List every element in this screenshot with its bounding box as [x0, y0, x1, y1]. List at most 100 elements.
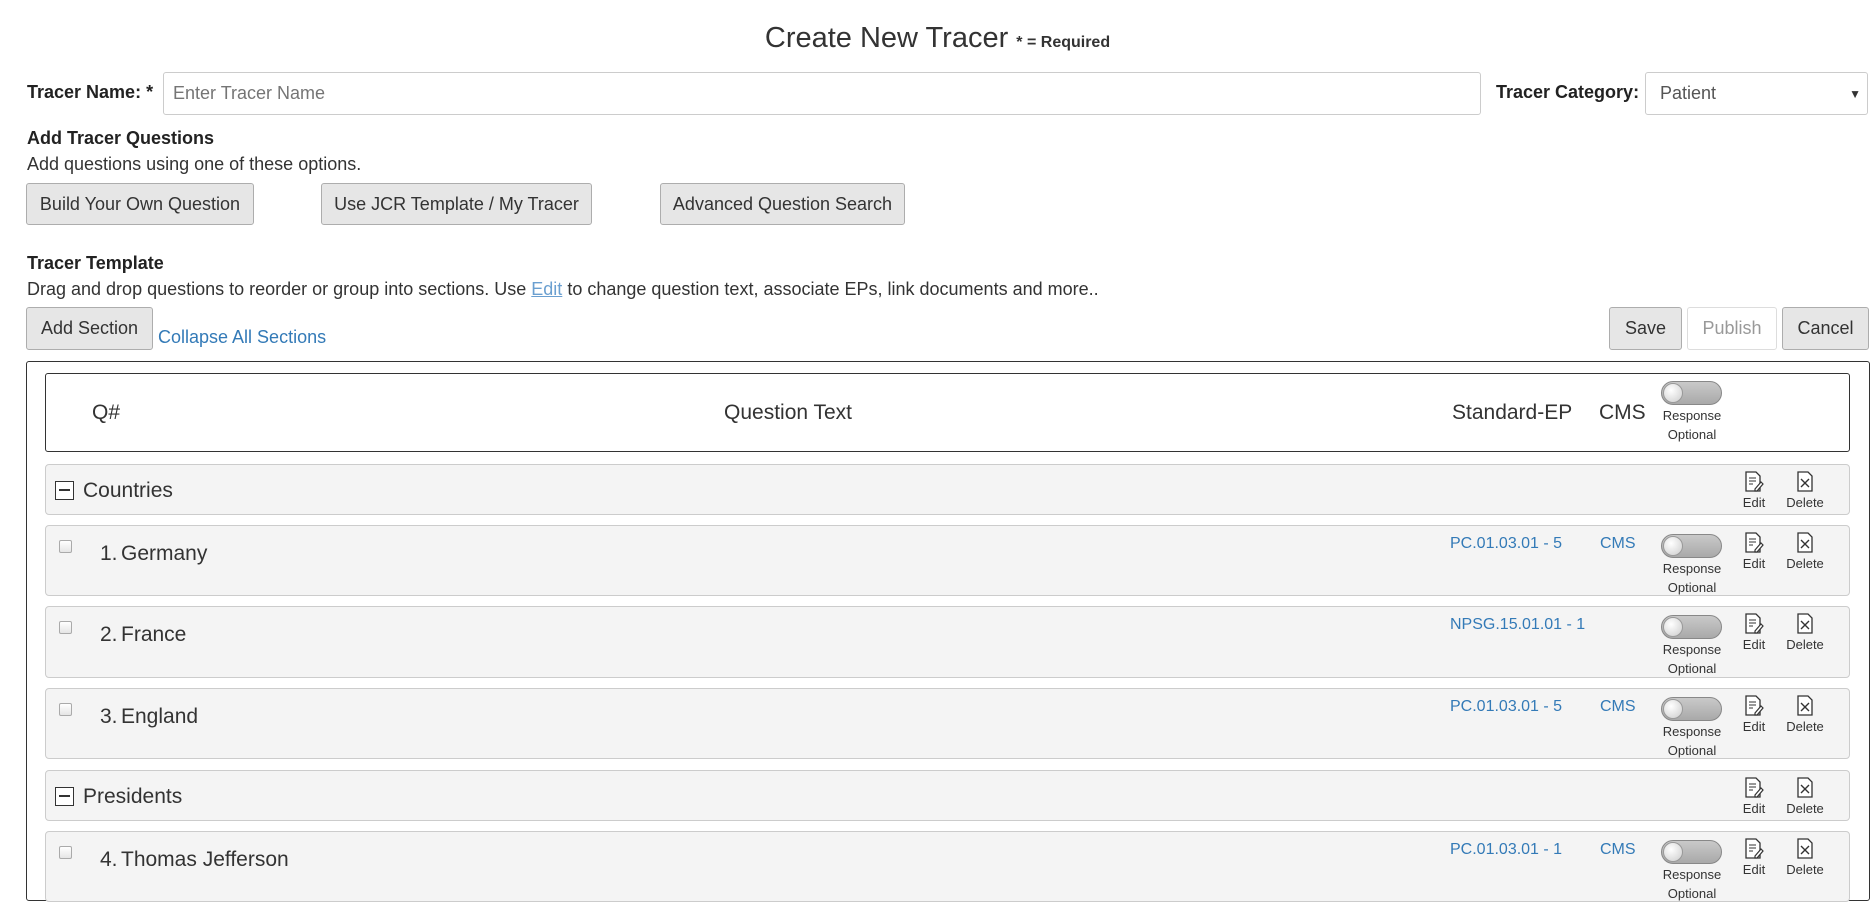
delete-icon: [1797, 695, 1813, 716]
collapse-icon[interactable]: [55, 787, 74, 806]
toggle-knob: [1663, 383, 1683, 403]
response-optional-label: Response Optional: [1662, 642, 1722, 676]
standard-ep-link[interactable]: PC.01.03.01 - 5: [1450, 535, 1562, 553]
response-optional-label: Response Optional: [1662, 867, 1722, 901]
section-row-presidents[interactable]: Presidents Edit Delete: [45, 770, 1850, 821]
response-optional-toggle[interactable]: [1661, 615, 1722, 639]
tracer-template-heading: Tracer Template: [27, 253, 164, 273]
edit-label: Edit: [1742, 801, 1766, 816]
edit-label: Edit: [1742, 495, 1766, 510]
question-text: Thomas Jefferson: [121, 848, 289, 871]
question-text: Germany: [121, 542, 208, 565]
header-q-num: Q#: [92, 401, 121, 424]
edit-link[interactable]: Edit: [531, 279, 562, 299]
standard-ep-link[interactable]: PC.01.03.01 - 5: [1450, 698, 1562, 716]
section-title: Countries: [83, 479, 173, 502]
section-title: Presidents: [83, 785, 183, 808]
questions-table-header: Q# Question Text Standard-EP CMS Respons…: [45, 373, 1850, 452]
header-standard-ep: Standard-EP: [1452, 401, 1573, 424]
toggle-knob: [1663, 842, 1683, 862]
delete-question-button[interactable]: Delete: [1775, 695, 1835, 734]
question-text: France: [121, 623, 187, 646]
section-row-countries[interactable]: Countries Edit Delete: [45, 464, 1850, 515]
edit-icon: [1745, 471, 1764, 492]
response-optional-toggle[interactable]: [1661, 840, 1722, 864]
edit-label: Edit: [1742, 637, 1766, 652]
question-number: 1.: [100, 542, 118, 565]
collapse-icon[interactable]: [55, 481, 74, 500]
use-template-button[interactable]: Use JCR Template / My Tracer: [321, 183, 592, 225]
delete-section-button[interactable]: Delete: [1775, 471, 1835, 510]
delete-question-button[interactable]: Delete: [1775, 532, 1835, 571]
tracer-name-label: Tracer Name: *: [27, 82, 154, 102]
cms-link[interactable]: CMS: [1600, 535, 1636, 553]
question-row[interactable]: 4. Thomas Jefferson PC.01.03.01 - 1 CMS …: [45, 831, 1850, 902]
delete-icon: [1797, 532, 1813, 553]
publish-button: Publish: [1687, 307, 1777, 350]
add-questions-hint: Add questions using one of these options…: [27, 154, 362, 174]
cms-link[interactable]: CMS: [1600, 698, 1636, 716]
advanced-search-button[interactable]: Advanced Question Search: [660, 183, 905, 225]
chevron-down-icon: ▼: [1849, 87, 1861, 101]
question-checkbox[interactable]: [59, 846, 72, 859]
delete-label: Delete: [1786, 556, 1824, 571]
delete-label: Delete: [1786, 637, 1824, 652]
question-checkbox[interactable]: [59, 703, 72, 716]
standard-ep-link[interactable]: PC.01.03.01 - 1: [1450, 841, 1562, 859]
save-button[interactable]: Save: [1609, 307, 1682, 350]
required-note: * = Required: [1016, 34, 1111, 51]
header-cms: CMS: [1599, 401, 1646, 424]
edit-icon: [1745, 613, 1764, 634]
toggle-knob: [1663, 699, 1683, 719]
tracer-category-select[interactable]: Patient ▼: [1645, 72, 1868, 115]
toggle-knob: [1663, 617, 1683, 637]
response-optional-label: Response Optional: [1662, 724, 1722, 758]
delete-label: Delete: [1786, 719, 1824, 734]
edit-icon: [1745, 532, 1764, 553]
delete-question-button[interactable]: Delete: [1775, 838, 1835, 877]
response-optional-label: Response Optional: [1662, 561, 1722, 595]
page-title: Create New Tracer * = Required: [0, 22, 1875, 55]
delete-section-button[interactable]: Delete: [1775, 777, 1835, 816]
edit-icon: [1745, 838, 1764, 859]
question-checkbox[interactable]: [59, 540, 72, 553]
edit-label: Edit: [1742, 862, 1766, 877]
delete-icon: [1797, 838, 1813, 859]
delete-icon: [1797, 613, 1813, 634]
question-number: 2.: [100, 623, 118, 646]
response-optional-toggle-all[interactable]: [1661, 381, 1722, 405]
header-question-text: Question Text: [724, 401, 853, 424]
edit-label: Edit: [1742, 556, 1766, 571]
build-own-question-button[interactable]: Build Your Own Question: [26, 183, 254, 225]
tracer-template-desc: Drag and drop questions to reorder or gr…: [27, 279, 1099, 300]
add-section-button[interactable]: Add Section: [26, 307, 153, 350]
question-row[interactable]: 1. Germany PC.01.03.01 - 5 CMS Response O…: [45, 525, 1850, 596]
tracer-category-label: Tracer Category:: [1496, 82, 1640, 102]
tracer-name-input[interactable]: [163, 72, 1481, 115]
delete-question-button[interactable]: Delete: [1775, 613, 1835, 652]
page-title-text: Create New Tracer: [764, 22, 1009, 54]
cancel-button[interactable]: Cancel: [1782, 307, 1869, 350]
question-number: 3.: [100, 705, 118, 728]
add-questions-heading: Add Tracer Questions: [27, 128, 215, 148]
question-row[interactable]: 2. France NPSG.15.01.01 - 1 Response Opti…: [45, 606, 1850, 678]
question-checkbox[interactable]: [59, 621, 72, 634]
standard-ep-link[interactable]: NPSG.15.01.01 - 1: [1450, 616, 1585, 634]
response-optional-toggle[interactable]: [1661, 697, 1722, 721]
delete-label: Delete: [1786, 862, 1824, 877]
collapse-all-sections-link[interactable]: Collapse All Sections: [158, 327, 326, 348]
delete-label: Delete: [1786, 801, 1824, 816]
question-number: 4.: [100, 848, 118, 871]
template-desc-text-2: to change question text, associate EPs, …: [562, 279, 1099, 299]
edit-icon: [1745, 777, 1764, 798]
delete-label: Delete: [1786, 495, 1824, 510]
delete-icon: [1797, 471, 1813, 492]
delete-icon: [1797, 777, 1813, 798]
response-optional-toggle[interactable]: [1661, 534, 1722, 558]
question-row[interactable]: 3. England PC.01.03.01 - 5 CMS Response O…: [45, 688, 1850, 759]
edit-label: Edit: [1742, 719, 1766, 734]
header-response-optional: Response Optional: [1662, 408, 1722, 442]
edit-icon: [1745, 695, 1764, 716]
cms-link[interactable]: CMS: [1600, 841, 1636, 859]
template-desc-text: Drag and drop questions to reorder or gr…: [27, 279, 532, 299]
